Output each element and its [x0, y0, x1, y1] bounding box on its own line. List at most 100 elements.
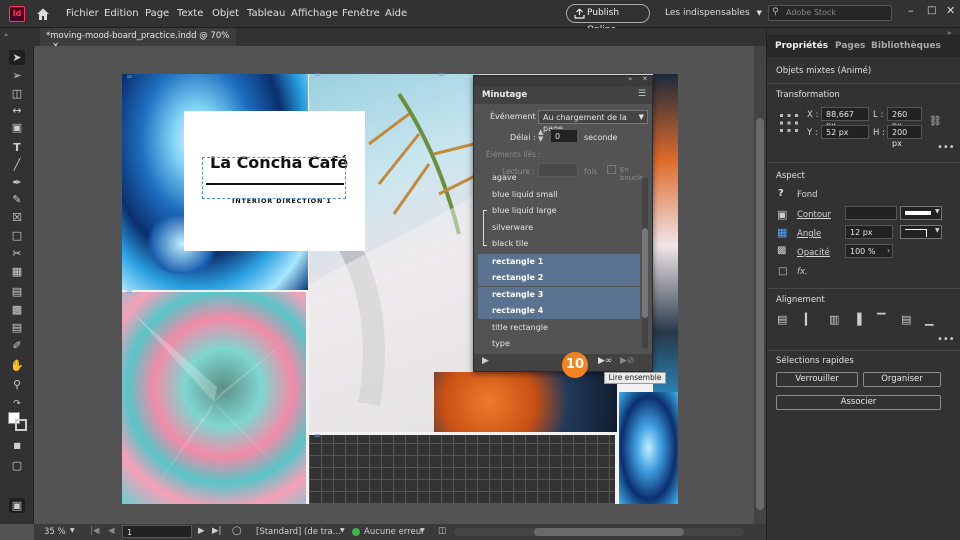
menu-page[interactable]: Page: [145, 8, 169, 19]
reference-point-icon[interactable]: [779, 113, 799, 133]
tab-libraries[interactable]: Bibliothèques: [871, 41, 941, 51]
menu-aide[interactable]: Aide: [385, 8, 407, 19]
stroke-label[interactable]: Contour: [797, 210, 831, 220]
menu-objet[interactable]: Objet: [212, 8, 239, 19]
panel-menu-icon[interactable]: ☰: [638, 89, 646, 99]
collapse-panel-icon[interactable]: »: [628, 75, 632, 83]
collapse-toolbar-icon[interactable]: »: [4, 31, 8, 39]
list-item-agave[interactable]: agave: [478, 174, 640, 186]
list-item-type[interactable]: type: [478, 336, 640, 350]
list-item-silverware[interactable]: silverware: [478, 220, 640, 236]
rectangle-frame-tool-icon[interactable]: ☒: [9, 210, 25, 225]
timing-panel[interactable]: » ✕ Minutage ☰ Événement : Au chargement…: [473, 75, 653, 372]
first-page-icon[interactable]: |◀: [90, 526, 99, 536]
page-tool-icon[interactable]: ◫: [9, 86, 25, 101]
loop-checkbox[interactable]: [607, 165, 616, 174]
stroke-weight-input[interactable]: [845, 206, 897, 220]
apply-color-icon[interactable]: ■: [9, 438, 25, 453]
x-input[interactable]: 88,667 px: [821, 107, 869, 130]
align-left-icon[interactable]: ▎: [805, 313, 813, 326]
timing-list[interactable]: agave blue liquid small blue liquid larg…: [474, 174, 644, 350]
timing-list-scrollbar[interactable]: [642, 178, 648, 348]
menu-edition[interactable]: Edition: [104, 8, 139, 19]
menu-tableau[interactable]: Tableau: [247, 8, 285, 19]
content-collector-icon[interactable]: ▣: [9, 120, 25, 135]
title-rectangle[interactable]: La Concha Café INTERIOR DIRECTION 1: [184, 111, 365, 251]
lock-button[interactable]: Verrouiller: [776, 372, 858, 387]
list-item-blue-liquid-small[interactable]: blue liquid small: [478, 187, 640, 203]
indesign-logo[interactable]: Id: [9, 6, 25, 22]
constrain-proportions-icon[interactable]: ⛓: [929, 116, 942, 127]
chevron-right-icon[interactable]: ›: [887, 246, 890, 255]
pen-tool-icon[interactable]: ✒: [9, 175, 25, 190]
gradient-feather-tool-icon[interactable]: ▩: [9, 302, 25, 317]
close-panel-icon[interactable]: ✕: [642, 75, 648, 83]
event-select[interactable]: Au chargement de la page ▼: [538, 110, 648, 133]
align-center-h-icon[interactable]: ▥: [829, 313, 839, 326]
direct-selection-tool-icon[interactable]: ➢: [9, 68, 25, 83]
free-transform-tool-icon[interactable]: ▦: [9, 264, 25, 279]
frame-fitting-icon[interactable]: □: [778, 266, 787, 277]
tab-pages[interactable]: Pages: [835, 41, 865, 51]
stroke-type-select[interactable]: ▼: [900, 206, 942, 220]
swap-fill-stroke-icon[interactable]: ↷: [9, 397, 25, 412]
list-item-blue-liquid-large[interactable]: blue liquid large: [478, 203, 640, 219]
zoom-tool-icon[interactable]: ⚲: [9, 377, 25, 392]
list-item-black-tile[interactable]: black tile: [478, 236, 640, 252]
eyedropper-tool-icon[interactable]: ✐: [9, 338, 25, 353]
scroll-thumb[interactable]: [756, 118, 764, 510]
align-right-icon[interactable]: ▐: [853, 313, 861, 326]
gradient-tool-icon[interactable]: ▤: [9, 284, 25, 299]
align-to-selection-icon[interactable]: ▤: [777, 313, 787, 326]
list-item-title-rectangle[interactable]: title rectangle: [478, 320, 640, 336]
list-item-rectangle-1[interactable]: rectangle 1: [478, 254, 640, 270]
menu-affichage[interactable]: Affichage: [291, 8, 338, 19]
adobe-stock-search[interactable]: ⚲ Adobe Stock: [768, 5, 892, 21]
minimize-icon[interactable]: –: [908, 4, 914, 17]
silverware-image[interactable]: [434, 372, 617, 432]
last-page-icon[interactable]: ▶|: [212, 526, 221, 536]
workspace-switcher[interactable]: Les indispensables ▼: [665, 8, 762, 18]
error-status[interactable]: Aucune erreur: [364, 527, 425, 537]
gap-tool-icon[interactable]: ↔: [9, 103, 25, 118]
vertical-scrollbar[interactable]: [754, 46, 766, 524]
effects-label[interactable]: fx.: [797, 267, 808, 277]
delay-stepper-icon[interactable]: ▲ ▼: [538, 129, 543, 143]
pages-panel-icon[interactable]: ◫: [438, 526, 446, 536]
selection-tool-icon[interactable]: ➤: [9, 50, 25, 65]
chevron-down-icon[interactable]: ▼: [70, 527, 75, 534]
group-button[interactable]: Associer: [776, 395, 941, 410]
play-separately-icon[interactable]: ▶⊘: [620, 356, 634, 366]
preview-mode-icon[interactable]: ▣: [9, 498, 25, 513]
y-input[interactable]: 52 px: [821, 125, 869, 139]
align-center-v-icon[interactable]: ▤: [901, 313, 911, 326]
maximize-icon[interactable]: □: [927, 5, 936, 16]
fill-question-icon[interactable]: ?: [778, 188, 784, 199]
more-options-icon[interactable]: •••: [937, 142, 955, 153]
hand-tool-icon[interactable]: ✋: [9, 358, 25, 373]
timing-panel-header[interactable]: » ✕: [474, 75, 652, 86]
preview-spread-icon[interactable]: ▶: [482, 356, 489, 366]
fill-stroke-swatch[interactable]: [8, 412, 28, 432]
page-number-input[interactable]: 1: [122, 525, 192, 538]
document-tab[interactable]: *moving-mood-board_practice.indd @ 70% ×: [40, 28, 236, 51]
menu-fenetre[interactable]: Fenêtre: [342, 8, 380, 19]
zoom-level[interactable]: 35 %: [44, 527, 66, 537]
opacity-label[interactable]: Opacité: [797, 248, 830, 258]
play-together-icon[interactable]: ▶∞: [598, 356, 612, 366]
type-frame-selection[interactable]: [202, 157, 346, 199]
type-tool-icon[interactable]: T: [9, 140, 25, 155]
align-top-icon[interactable]: ▔: [877, 313, 885, 326]
prev-page-icon[interactable]: ◀: [108, 526, 115, 536]
opacity-input[interactable]: 100 %: [845, 244, 893, 258]
delay-input[interactable]: 0: [550, 129, 578, 143]
note-tool-icon[interactable]: ▤: [9, 320, 25, 335]
align-bottom-icon[interactable]: ▁: [925, 313, 933, 326]
preflight-profile[interactable]: [Standard] (de tra...: [256, 527, 341, 537]
publish-online-button[interactable]: Publish Online: [566, 4, 650, 35]
list-item-rectangle-3[interactable]: rectangle 3: [478, 287, 640, 303]
stroke-swatch-icon[interactable]: ▣: [777, 208, 787, 221]
close-window-icon[interactable]: ✕: [946, 4, 955, 17]
horizontal-scrollbar[interactable]: [454, 528, 744, 536]
chevron-down-icon[interactable]: ▼: [420, 527, 425, 534]
